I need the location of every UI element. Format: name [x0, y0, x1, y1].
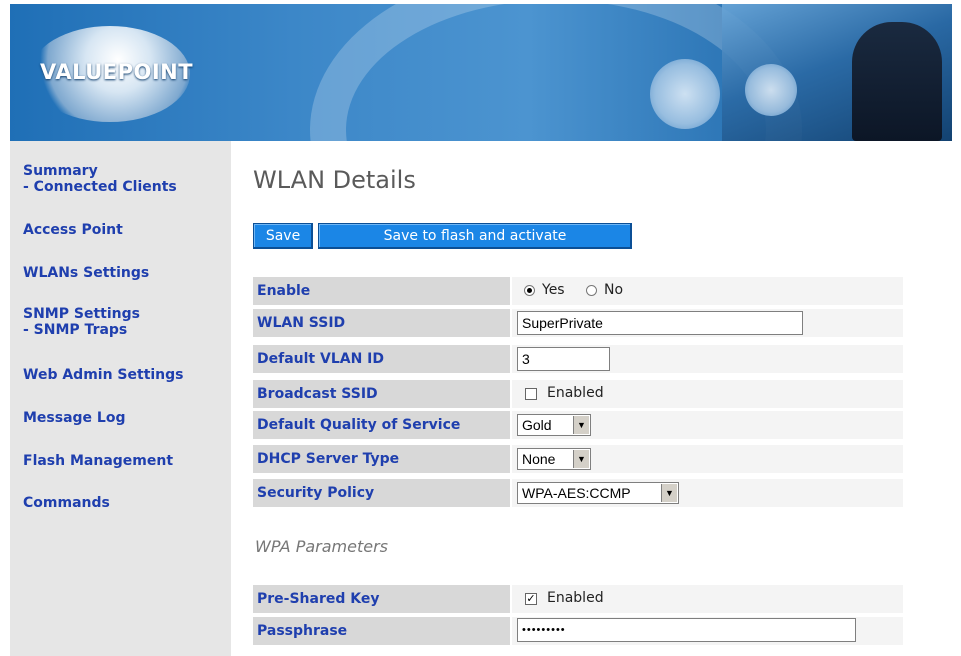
enable-yes-radio[interactable] — [524, 285, 535, 296]
default-vlan-id-cell: 3 — [512, 345, 903, 373]
sidebar-item-label[interactable]: SNMP Settings — [23, 306, 140, 322]
wlan-ssid-cell: SuperPrivate — [512, 309, 903, 337]
passphrase-input[interactable]: ••••••••• — [517, 618, 856, 642]
default-vlan-id-label: Default VLAN ID — [253, 345, 510, 373]
pre-shared-key-label: Pre-Shared Key — [253, 585, 510, 613]
wpa-parameters-heading: WPA Parameters — [255, 537, 388, 556]
sidebar-item-wlans-settings[interactable]: WLANs Settings — [23, 265, 149, 281]
sidebar-item-commands[interactable]: Commands — [23, 495, 110, 511]
sidebar-item-summary[interactable]: Summary - Connected Clients — [23, 163, 177, 195]
banner-arrow-graphic-2 — [745, 64, 797, 116]
pre-shared-key-cell: ✓ Enabled — [512, 585, 903, 613]
default-qos-value: Gold — [522, 417, 552, 433]
enable-label: Enable — [253, 277, 510, 305]
chevron-down-icon[interactable]: ▼ — [573, 450, 589, 468]
sidebar-item-snmp-settings[interactable]: SNMP Settings - SNMP Traps — [23, 306, 140, 338]
wlan-ssid-input[interactable]: SuperPrivate — [517, 311, 803, 335]
broadcast-ssid-checkbox-label: Enabled — [547, 385, 604, 401]
banner-person-graphic — [852, 22, 942, 141]
save-to-flash-button[interactable]: Save to flash and activate — [318, 223, 632, 249]
sidebar-item-flash-management[interactable]: Flash Management — [23, 453, 173, 469]
sidebar: Summary - Connected Clients Access Point… — [10, 141, 231, 656]
enable-no-label: No — [604, 282, 624, 298]
pre-shared-key-checkbox[interactable]: ✓ — [525, 593, 537, 605]
pre-shared-key-checkbox-label: Enabled — [547, 590, 604, 606]
page-title: WLAN Details — [253, 166, 416, 194]
default-qos-cell: Gold ▼ — [512, 411, 903, 439]
security-policy-select[interactable]: WPA-AES:CCMP ▼ — [517, 482, 679, 504]
security-policy-cell: WPA-AES:CCMP ▼ — [512, 479, 903, 507]
wlan-ssid-label: WLAN SSID — [253, 309, 510, 337]
default-qos-select[interactable]: Gold ▼ — [517, 414, 591, 436]
default-vlan-id-input[interactable]: 3 — [517, 347, 610, 371]
broadcast-ssid-cell: Enabled — [512, 380, 903, 408]
enable-no-radio[interactable] — [586, 285, 597, 296]
sidebar-item-snmp-traps[interactable]: - SNMP Traps — [23, 322, 140, 338]
chevron-down-icon[interactable]: ▼ — [661, 484, 677, 502]
dhcp-server-type-cell: None ▼ — [512, 445, 903, 473]
security-policy-value: WPA-AES:CCMP — [522, 485, 631, 501]
sidebar-item-access-point[interactable]: Access Point — [23, 222, 123, 238]
enable-yes-label: Yes — [542, 282, 565, 298]
passphrase-label: Passphrase — [253, 617, 510, 645]
dhcp-server-type-value: None — [522, 451, 556, 467]
passphrase-cell: ••••••••• — [512, 617, 903, 645]
broadcast-ssid-label: Broadcast SSID — [253, 380, 510, 408]
sidebar-item-message-log[interactable]: Message Log — [23, 410, 126, 426]
brand-logo: VALUEPOINT — [40, 60, 194, 84]
default-qos-label: Default Quality of Service — [253, 411, 510, 439]
dhcp-server-type-label: DHCP Server Type — [253, 445, 510, 473]
security-policy-label: Security Policy — [253, 479, 510, 507]
broadcast-ssid-checkbox[interactable] — [525, 388, 537, 400]
sidebar-item-web-admin-settings[interactable]: Web Admin Settings — [23, 367, 184, 383]
enable-value-cell: Yes No — [512, 277, 903, 305]
sidebar-item-connected-clients[interactable]: - Connected Clients — [23, 179, 177, 195]
header-banner: VALUEPOINT — [10, 4, 952, 141]
banner-arrow-graphic — [650, 59, 720, 129]
save-button[interactable]: Save — [253, 223, 313, 249]
sidebar-item-label[interactable]: Summary — [23, 163, 177, 179]
chevron-down-icon[interactable]: ▼ — [573, 416, 589, 434]
dhcp-server-type-select[interactable]: None ▼ — [517, 448, 591, 470]
